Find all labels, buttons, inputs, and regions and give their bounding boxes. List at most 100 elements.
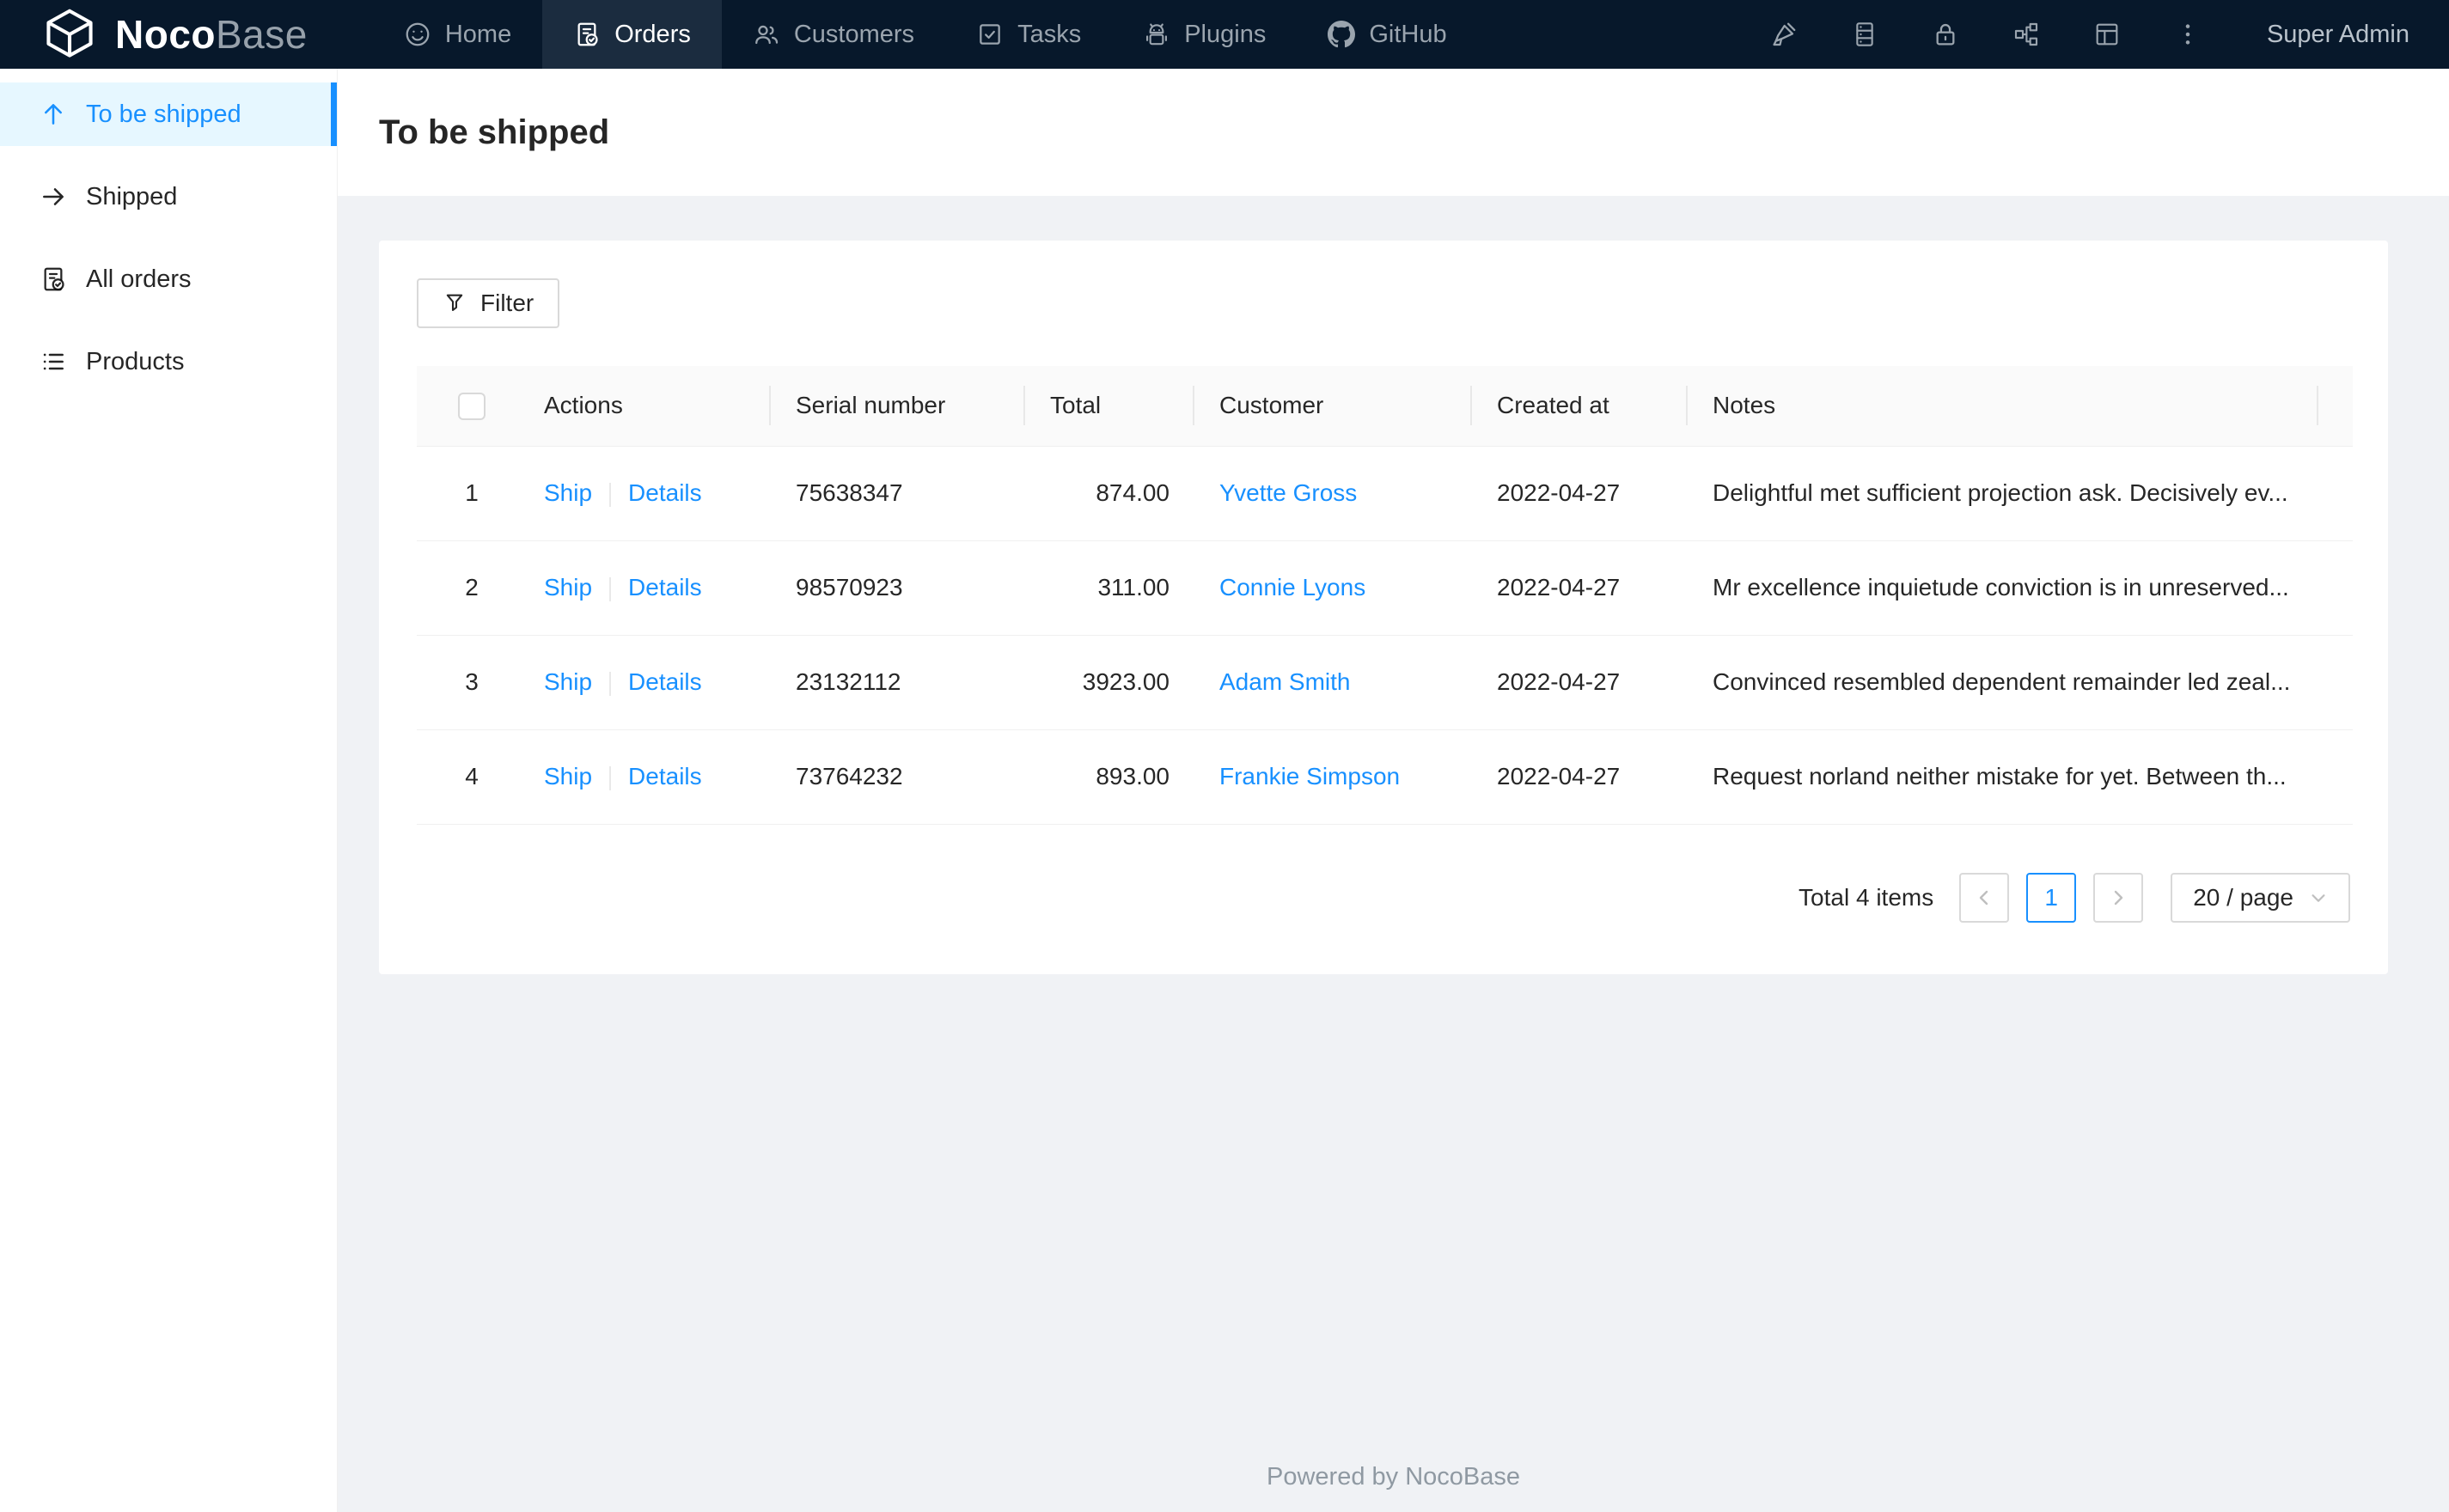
row-index: 4 [417,729,527,825]
sidebar-item-to-be-shipped[interactable]: To be shipped [0,82,337,146]
nav-item-customers[interactable]: Customers [722,0,945,69]
page-header: To be shipped [338,69,2449,196]
nav-item-home[interactable]: Home [373,0,542,69]
notes-cell: Delightful met sufficient projection ask… [1688,446,2318,541]
sidebar: To be shipped Shipped All orders Product… [0,69,338,1512]
serial-number-cell: 98570923 [771,540,1025,636]
action-divider [609,765,612,790]
nav-item-label: GitHub [1369,20,1447,48]
layout-icon[interactable] [2093,21,2121,48]
sidebar-item-all-orders[interactable]: All orders [0,247,337,311]
page-size-select[interactable]: 20 / page [2171,872,2350,923]
smiley-icon [406,22,430,46]
table-row: 3 Ship Details 23132112 3923.00 Adam Smit… [417,635,2353,730]
table-row: 4 Ship Details 73764232 893.00 Frankie Si… [417,729,2353,825]
column-header-total: Total [1025,366,1194,447]
pagination-next-button[interactable] [2093,872,2144,923]
created-at-cell: 2022-04-27 [1472,635,1688,730]
nav-item-orders[interactable]: Orders [542,0,722,69]
file-done-icon [44,267,64,291]
details-link[interactable]: Details [628,668,702,695]
ship-link[interactable]: Ship [544,668,592,695]
serial-number-cell: 75638347 [771,446,1025,541]
pagination: Total 4 items 1 20 / page [417,872,2350,923]
serial-number-cell: 73764232 [771,729,1025,825]
chevron-left-icon [1980,890,1988,905]
ship-link[interactable]: Ship [544,763,592,790]
action-divider [609,671,612,696]
customer-link[interactable]: Adam Smith [1219,668,1351,695]
filter-icon [446,294,463,311]
ellipsis-icon[interactable] [2174,21,2202,48]
orders-card: Filter Actions Serial number Total Custo… [379,241,2388,974]
powered-by-footer: Powered by NocoBase [1267,1463,1520,1491]
row-index: 2 [417,540,527,636]
nav-item-plugins[interactable]: Plugins [1112,0,1297,69]
serial-number-cell: 23132112 [771,635,1025,730]
nav-item-label: Tasks [1017,20,1082,48]
total-cell: 3923.00 [1025,635,1194,730]
pagination-total: Total 4 items [1799,883,1934,911]
pagination-prev-button[interactable] [1959,872,2010,923]
sidebar-item-label: Shipped [86,182,178,210]
total-cell: 874.00 [1025,446,1194,541]
details-link[interactable]: Details [628,479,702,506]
collections-icon[interactable] [1851,21,1878,48]
highlighter-icon[interactable] [1770,21,1798,48]
column-header-actions: Actions [527,366,771,447]
sidebar-item-label: All orders [86,265,192,293]
details-link[interactable]: Details [628,574,702,601]
column-header-created-at: Created at [1472,366,1688,447]
details-link[interactable]: Details [628,763,702,790]
nav-item-github[interactable]: GitHub [1297,0,1477,69]
table-header-row: Actions Serial number Total Customer Cre… [417,366,2353,447]
pagination-page-1[interactable]: 1 [2026,872,2077,923]
customer-link[interactable]: Yvette Gross [1219,479,1357,506]
customer-link[interactable]: Connie Lyons [1219,574,1365,601]
nocobase-logo[interactable]: NocoBase [0,9,308,60]
select-all-checkbox[interactable] [458,393,486,421]
row-index: 3 [417,635,527,730]
page-title: To be shipped [379,113,610,151]
brand-text: NocoBase [115,12,308,57]
ship-link[interactable]: Ship [544,574,592,601]
ship-link[interactable]: Ship [544,479,592,506]
app-window: NocoBase Home Orders Customers Tasks Plu… [0,0,2449,1512]
main-menu: Home Orders Customers Tasks Plugins GitH… [373,0,1478,69]
sidebar-item-products[interactable]: Products [0,330,337,393]
nocobase-logo-icon [46,9,93,58]
list-icon [43,353,64,370]
created-at-cell: 2022-04-27 [1472,540,1688,636]
notes-cell: Mr excellence inquietude conviction is i… [1688,540,2318,636]
action-divider [609,576,612,601]
orders-table: Actions Serial number Total Customer Cre… [417,366,2353,825]
check-square-icon [980,24,1000,45]
arrow-right-icon [43,188,64,205]
column-header-serial-number: Serial number [771,366,1025,447]
created-at-cell: 2022-04-27 [1472,446,1688,541]
chevron-right-icon [2115,890,2123,905]
github-icon [1328,21,1356,48]
filter-button[interactable]: Filter [417,278,560,328]
row-index: 1 [417,446,527,541]
content-area: Filter Actions Serial number Total Custo… [338,196,2449,1512]
api-icon[interactable] [2012,21,2040,48]
total-cell: 311.00 [1025,540,1194,636]
table-row: 1 Ship Details 75638347 874.00 Yvette Gro… [417,446,2353,541]
robot-icon [1146,23,1168,46]
chevron-down-icon [2312,893,2325,902]
nav-item-label: Customers [793,20,915,48]
user-menu[interactable]: Super Admin [2267,21,2409,49]
nav-item-label: Orders [614,20,691,48]
lock-icon[interactable] [1932,21,1959,48]
customer-link[interactable]: Frankie Simpson [1219,763,1400,790]
sidebar-item-shipped[interactable]: Shipped [0,165,337,229]
sidebar-item-label: To be shipped [86,100,241,128]
total-cell: 893.00 [1025,729,1194,825]
created-at-cell: 2022-04-27 [1472,729,1688,825]
notes-cell: Convinced resembled dependent remainder … [1688,635,2318,730]
notes-cell: Request norland neither mistake for yet.… [1688,729,2318,825]
team-icon [754,25,778,45]
navbar-tools: Super Admin [1770,21,2449,49]
nav-item-tasks[interactable]: Tasks [945,0,1112,69]
